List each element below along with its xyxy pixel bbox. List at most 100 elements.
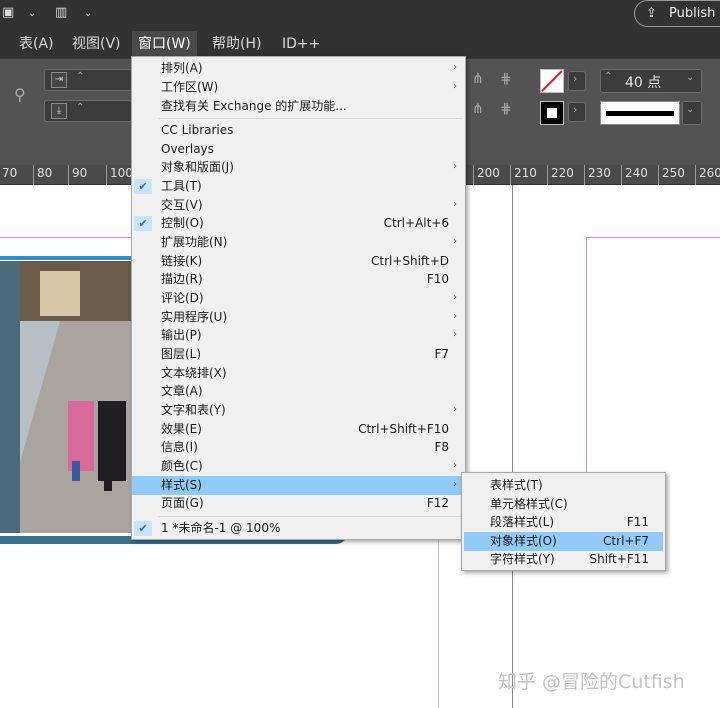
submenu-item-cell-styles[interactable]: 单元格样式(C)	[464, 495, 663, 514]
menu-item-layers[interactable]: 图层(L) F7	[132, 345, 465, 364]
menu-item-pages[interactable]: 页面(G) F12	[132, 494, 465, 513]
submenu-item-character-styles[interactable]: 字符样式(Y) Shift+F11	[464, 550, 663, 569]
align-icon[interactable]: ⋕	[500, 101, 512, 117]
frame-icon[interactable]: ▣	[2, 5, 14, 20]
ruler-mark: 210	[510, 165, 537, 185]
submenu-item-object-styles[interactable]: 对象样式(O) Ctrl+F7	[464, 532, 663, 551]
chevron-right-icon: ›	[453, 81, 457, 92]
watermark: 知乎 @冒险的Cutfish	[498, 671, 685, 693]
stepper-icon[interactable]: ⌃	[76, 71, 84, 82]
ruler-mark: 90	[68, 165, 87, 185]
menu-item-tools[interactable]: ✔ 工具(T)	[132, 177, 465, 196]
page-edge	[512, 185, 513, 473]
stroke-preview	[606, 111, 674, 116]
publish-label: Publish	[669, 6, 716, 21]
column-guide	[438, 540, 439, 708]
margin-guide	[586, 237, 720, 238]
chevron-right-icon: ›	[453, 199, 457, 210]
publish-icon: ⇪	[646, 6, 657, 21]
menu-item-links[interactable]: 链接(K) Ctrl+Shift+D	[132, 252, 465, 271]
menu-view[interactable]: 视图(V)	[66, 31, 127, 58]
menu-item-overlays[interactable]: Overlays	[132, 140, 465, 159]
submenu-item-paragraph-styles[interactable]: 段落样式(L) F11	[464, 513, 663, 532]
fill-none-swatch[interactable]	[540, 69, 564, 93]
stepper-icon[interactable]: ⌃	[76, 102, 84, 113]
menu-item-interactive[interactable]: 交互(V) ›	[132, 196, 465, 215]
align-icon[interactable]: ⋕	[500, 71, 512, 87]
checkmark-icon: ✔	[134, 179, 152, 194]
menu-item-info[interactable]: 信息(I) F8	[132, 438, 465, 457]
ruler-mark: 250	[658, 165, 685, 185]
menu-item-color[interactable]: 颜色(C) ›	[132, 457, 465, 476]
unlink-icon[interactable]: ⚲	[14, 85, 26, 104]
menu-idpp[interactable]: ID++	[276, 31, 326, 58]
menu-item-effects[interactable]: 效果(E) Ctrl+Shift+F10	[132, 420, 465, 439]
menu-item-cc-libraries[interactable]: CC Libraries	[132, 121, 465, 140]
menu-item-object-layout[interactable]: 对象和版面(J) ›	[132, 158, 465, 177]
menu-item-utilities[interactable]: 实用程序(U) ›	[132, 308, 465, 327]
ruler-mark: 70	[0, 165, 17, 185]
menu-item-output[interactable]: 输出(P) ›	[132, 326, 465, 345]
menu-item-control[interactable]: ✔ 控制(O) Ctrl+Alt+6	[132, 214, 465, 233]
menu-separator	[158, 118, 463, 119]
chevron-down-icon: ⌄	[686, 104, 695, 115]
stroke-swatch[interactable]	[540, 101, 564, 125]
chevron-down-icon[interactable]: ⌄	[84, 8, 92, 19]
menu-separator	[158, 516, 463, 517]
margin-guide	[0, 237, 132, 238]
layout-icon[interactable]: ▥	[55, 5, 67, 20]
chevron-right-icon: ›	[453, 236, 457, 247]
menu-item-exchange[interactable]: 查找有关 Exchange 的扩展功能...	[132, 97, 465, 116]
checkmark-icon: ✔	[134, 521, 152, 536]
ruler-mark: 240	[621, 165, 648, 185]
chevron-right-icon: ›	[453, 479, 457, 490]
menu-item-stroke[interactable]: 描边(R) F10	[132, 270, 465, 289]
menu-help[interactable]: 帮助(H)	[206, 31, 267, 58]
distribute-icon[interactable]: ⋔	[472, 101, 484, 117]
chevron-right-icon: ›	[453, 62, 457, 73]
ruler-mark: 80	[33, 165, 52, 185]
menu-item-type-tables[interactable]: 文字和表(Y) ›	[132, 401, 465, 420]
window-menu: 排列(A) › 工作区(W) › 查找有关 Exchange 的扩展功能... CC…	[131, 56, 466, 540]
submenu-item-table-styles[interactable]: 表样式(T)	[464, 476, 663, 495]
stroke-type-field[interactable]	[600, 101, 680, 125]
menu-bar: 表(A) 视图(V) 窗口(W) 帮助(H) ID++	[0, 31, 720, 58]
chevron-right-icon: ›	[453, 292, 457, 303]
checkmark-icon: ✔	[134, 216, 152, 231]
chevron-right-icon: ›	[453, 311, 457, 322]
photo-placeholder	[0, 261, 132, 533]
menu-item-document[interactable]: ✔ 1 *未命名-1 @ 100%	[132, 519, 465, 538]
chevron-down-icon[interactable]: ⌄	[686, 72, 694, 83]
chevron-right-icon: ›	[573, 103, 578, 116]
menu-item-articles[interactable]: 文章(A)	[132, 382, 465, 401]
align-right-icon: ⇥	[51, 72, 67, 88]
menu-item-styles[interactable]: 样式(S) ›	[132, 476, 465, 495]
ruler-mark: 260	[695, 165, 720, 185]
menu-item-extensions[interactable]: 扩展功能(N) ›	[132, 233, 465, 252]
menu-table[interactable]: 表(A)	[13, 31, 60, 58]
chevron-down-icon[interactable]: ⌄	[28, 8, 36, 19]
styles-submenu: 表样式(T) 单元格样式(C) 段落样式(L) F11 对象样式(O) Ctrl+F…	[461, 472, 666, 571]
stepper-icon[interactable]: ⌃	[604, 71, 612, 82]
chevron-right-icon: ›	[453, 404, 457, 415]
publish-button[interactable]: ⇪ Publish	[634, 0, 720, 27]
menu-item-text-wrap[interactable]: 文本绕排(X)	[132, 364, 465, 383]
chevron-right-icon: ›	[453, 161, 457, 172]
photo-image[interactable]	[0, 261, 132, 533]
align-bottom-icon: ⤓	[51, 103, 67, 119]
stroke-weight-value: 40 点	[625, 75, 662, 91]
menu-item-comments[interactable]: 评论(D) ›	[132, 289, 465, 308]
margin-guide	[586, 237, 587, 473]
menu-window[interactable]: 窗口(W)	[132, 31, 197, 58]
chevron-right-icon: ›	[453, 329, 457, 340]
title-bar: ▣ ⌄ ▥ ⌄ ⇪ Publish	[0, 0, 720, 31]
ruler-mark: 220	[547, 165, 574, 185]
ruler-mark: 200	[473, 165, 500, 185]
menu-item-workspace[interactable]: 工作区(W) ›	[132, 78, 465, 97]
ruler-mark: 100	[106, 165, 133, 185]
distribute-icon[interactable]: ⋔	[472, 71, 484, 87]
chevron-right-icon: ›	[453, 460, 457, 471]
ruler-mark: 230	[584, 165, 611, 185]
menu-item-arrange[interactable]: 排列(A) ›	[132, 59, 465, 78]
chevron-right-icon: ›	[573, 72, 578, 85]
